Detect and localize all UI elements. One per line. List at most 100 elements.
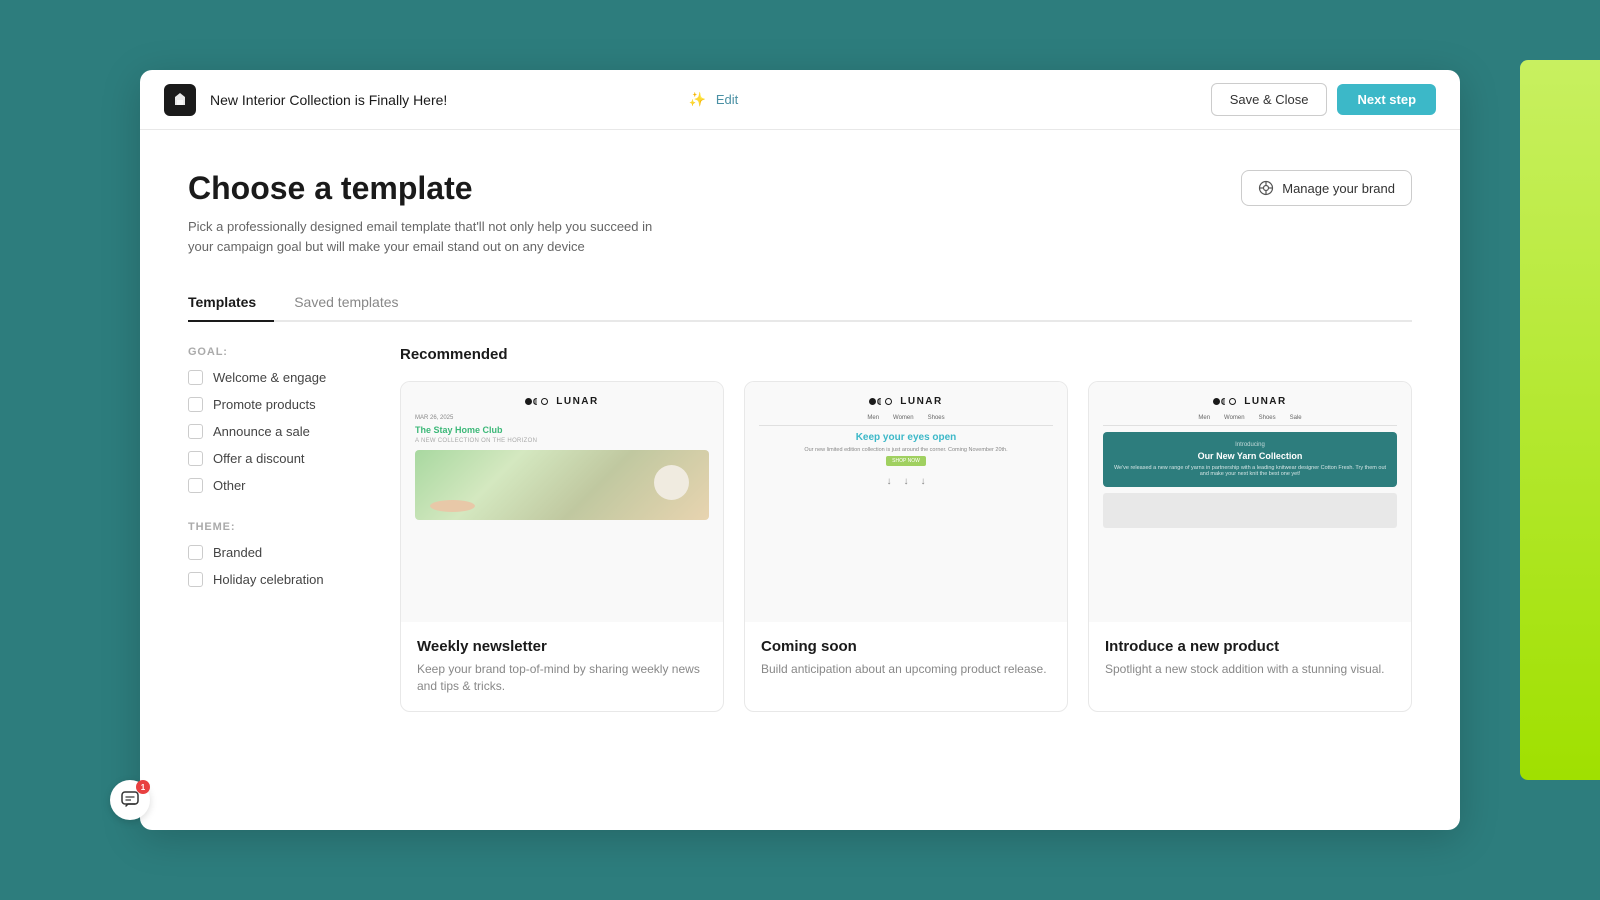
ep-badge-container: SHOP NOW: [759, 456, 1053, 472]
filter-branded-label: Branded: [213, 545, 262, 560]
template-card-coming-soon[interactable]: LUNAR Men Women Shoes Keep your eyes ope…: [744, 381, 1068, 712]
template-card-new-product[interactable]: LUNAR Men Women Shoes Sale: [1088, 381, 1412, 712]
ep-date: MAR 26, 2025: [415, 415, 709, 421]
recommended-label: Recommended: [400, 346, 1412, 363]
lunar-text-2: LUNAR: [900, 396, 943, 407]
ep-logo: LUNAR: [415, 396, 709, 407]
ep-intro: Introducing: [1111, 442, 1389, 448]
content-area: Choose a template Pick a professionally …: [140, 130, 1460, 830]
checkbox-discount[interactable]: [188, 451, 203, 466]
main-content: Choose a template Pick a professionally …: [140, 130, 1460, 830]
main-window: New Interior Collection is Finally Here!…: [140, 70, 1460, 830]
filter-announce[interactable]: Announce a sale: [188, 424, 368, 439]
ep-product-desc: We've released a new range of yarns in p…: [1111, 465, 1389, 477]
checkbox-holiday[interactable]: [188, 572, 203, 587]
ep-teal-block: Introducing Our New Yarn Collection We'v…: [1103, 432, 1397, 487]
templates-grid-area: Recommended: [400, 346, 1412, 712]
card-title-new-product: Introduce a new product: [1105, 638, 1395, 655]
nav-men: Men: [867, 415, 879, 421]
dot2: [533, 398, 540, 405]
filters-sidebar: GOAL: Welcome & engage Promote products …: [188, 346, 368, 712]
checkbox-promote[interactable]: [188, 397, 203, 412]
nav-shoes: Shoes: [928, 415, 945, 421]
lunar-logo: LUNAR: [525, 396, 599, 407]
ep-product-image: [1103, 493, 1397, 528]
header-actions: Save & Close Next step: [1211, 83, 1436, 116]
arrow-right: ↓: [921, 476, 926, 487]
lunar-dots: [525, 398, 548, 405]
filter-branded[interactable]: Branded: [188, 545, 368, 560]
chat-icon: [120, 790, 140, 810]
template-card-newsletter[interactable]: LUNAR MAR 26, 2025 The Stay Home Club A …: [400, 381, 724, 712]
manage-brand-label: Manage your brand: [1282, 181, 1395, 196]
templates-layout: GOAL: Welcome & engage Promote products …: [188, 346, 1412, 712]
email-mockup-new-product: LUNAR Men Women Shoes Sale: [1089, 382, 1411, 622]
card-title-coming-soon: Coming soon: [761, 638, 1051, 655]
ep-badge: SHOP NOW: [886, 456, 926, 466]
chat-badge: 1: [136, 780, 150, 794]
tab-saved-templates[interactable]: Saved templates: [294, 284, 416, 322]
card-desc-newsletter: Keep your brand top-of-mind by sharing w…: [417, 661, 707, 695]
ep-headline-coming-soon: Keep your eyes open: [759, 432, 1053, 443]
theme-filter-section: THEME: Branded Holiday celebration: [188, 521, 368, 587]
ep-arrows: ↓ ↓ ↓: [759, 476, 1053, 487]
dot1b: [869, 398, 876, 405]
arrow-mid: ↓: [904, 476, 909, 487]
email-mockup-newsletter: LUNAR MAR 26, 2025 The Stay Home Club A …: [401, 382, 723, 622]
filter-other[interactable]: Other: [188, 478, 368, 493]
settings-icon: [1258, 180, 1274, 196]
templates-grid: LUNAR MAR 26, 2025 The Stay Home Club A …: [400, 381, 1412, 712]
filter-promote-label: Promote products: [213, 397, 316, 412]
card-preview-newsletter: LUNAR MAR 26, 2025 The Stay Home Club A …: [401, 382, 723, 622]
page-title: Choose a template: [188, 170, 668, 207]
card-desc-new-product: Spotlight a new stock addition with a st…: [1105, 661, 1395, 678]
edit-link[interactable]: Edit: [716, 92, 738, 107]
checkbox-other[interactable]: [188, 478, 203, 493]
next-step-button[interactable]: Next step: [1337, 84, 1436, 115]
ep-subline: A NEW COLLECTION ON THE HORIZON: [415, 438, 709, 444]
ep-body-coming-soon: Our new limited edition collection is ju…: [759, 447, 1053, 453]
card-desc-coming-soon: Build anticipation about an upcoming pro…: [761, 661, 1051, 678]
dot2b: [877, 398, 884, 405]
save-close-button[interactable]: Save & Close: [1211, 83, 1328, 116]
header: New Interior Collection is Finally Here!…: [140, 70, 1460, 130]
checkbox-welcome[interactable]: [188, 370, 203, 385]
filter-announce-label: Announce a sale: [213, 424, 310, 439]
bowl-shape: [654, 465, 689, 500]
dot3c: [1229, 398, 1236, 405]
nav2-shoes: Shoes: [1259, 415, 1276, 421]
ep-nav: Men Women Shoes: [759, 415, 1053, 426]
nav2-women: Women: [1224, 415, 1245, 421]
lunar-text: LUNAR: [556, 396, 599, 407]
ep-logo-2: LUNAR: [759, 396, 1053, 407]
arrow-left: ↓: [887, 476, 892, 487]
bg-accent-right: [1520, 60, 1600, 780]
chat-button[interactable]: 1: [110, 780, 150, 820]
lunar-logo-3: LUNAR: [1213, 396, 1287, 407]
filter-discount[interactable]: Offer a discount: [188, 451, 368, 466]
app-logo: [164, 84, 196, 116]
email-mockup-coming-soon: LUNAR Men Women Shoes Keep your eyes ope…: [745, 382, 1067, 622]
plate-shape: [430, 500, 475, 512]
ep-image-newsletter: [415, 450, 709, 520]
nav2-men: Men: [1198, 415, 1210, 421]
dot3b: [885, 398, 892, 405]
sparkle-icon: ✨: [688, 91, 705, 108]
card-info-newsletter: Weekly newsletter Keep your brand top-of…: [401, 622, 723, 711]
page-description: Pick a professionally designed email tem…: [188, 217, 668, 256]
manage-brand-button[interactable]: Manage your brand: [1241, 170, 1412, 206]
filter-holiday[interactable]: Holiday celebration: [188, 572, 368, 587]
card-info-new-product: Introduce a new product Spotlight a new …: [1089, 622, 1411, 694]
filter-welcome[interactable]: Welcome & engage: [188, 370, 368, 385]
page-heading: Choose a template Pick a professionally …: [188, 170, 668, 256]
checkbox-announce[interactable]: [188, 424, 203, 439]
tab-templates[interactable]: Templates: [188, 284, 274, 322]
dot3: [541, 398, 548, 405]
lunar-dots-2: [869, 398, 892, 405]
filter-promote[interactable]: Promote products: [188, 397, 368, 412]
dot2c: [1221, 398, 1228, 405]
filter-welcome-label: Welcome & engage: [213, 370, 326, 385]
checkbox-branded[interactable]: [188, 545, 203, 560]
goal-label: GOAL:: [188, 346, 368, 358]
card-preview-coming-soon: LUNAR Men Women Shoes Keep your eyes ope…: [745, 382, 1067, 622]
